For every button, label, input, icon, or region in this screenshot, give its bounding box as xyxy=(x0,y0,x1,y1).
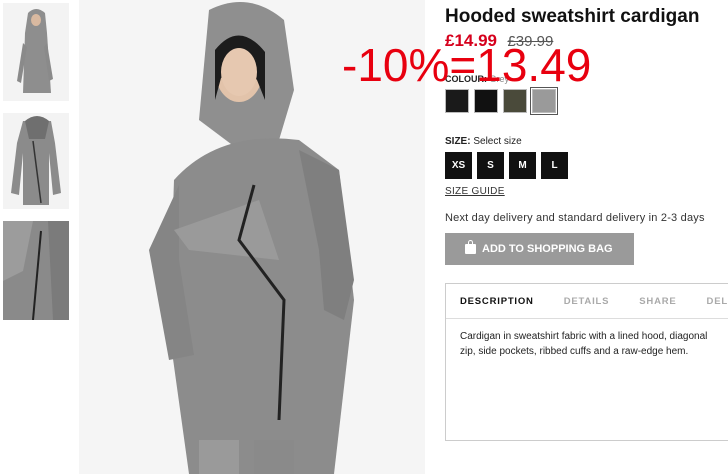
swatch-black[interactable] xyxy=(445,89,469,113)
size-l-button[interactable]: L xyxy=(541,152,568,179)
size-label-text: SIZE: xyxy=(445,136,471,147)
swatch-grey[interactable] xyxy=(530,87,558,115)
size-m-button[interactable]: M xyxy=(509,152,536,179)
thumbnail-2[interactable] xyxy=(3,113,69,209)
swatch-khaki[interactable] xyxy=(503,89,527,113)
size-guide-link[interactable]: SIZE GUIDE xyxy=(445,186,505,197)
thumbnail-3[interactable] xyxy=(3,221,69,320)
size-placeholder: Select size xyxy=(473,136,522,147)
swatch-black-2[interactable] xyxy=(474,89,498,113)
colour-swatches xyxy=(445,87,558,115)
shopping-bag-icon xyxy=(465,240,476,254)
add-to-bag-button[interactable]: ADD TO SHOPPING BAG xyxy=(445,233,634,265)
tab-details[interactable]: DETAILS xyxy=(564,284,610,318)
discount-overlay-text: -10%=13.49 xyxy=(342,39,592,91)
product-info-tabs: DESCRIPTION DETAILS SHARE DELIVERY Cardi… xyxy=(445,283,728,441)
product-title: Hooded sweatshirt cardigan xyxy=(445,6,700,27)
delivery-info: Next day delivery and standard delivery … xyxy=(445,212,705,224)
size-options: XS S M L xyxy=(445,152,568,179)
description-text: Cardigan in sweatshirt fabric with a lin… xyxy=(460,331,708,357)
thumbnail-1-image xyxy=(3,3,69,101)
tab-bar: DESCRIPTION DETAILS SHARE DELIVERY xyxy=(446,284,728,319)
size-xs-button[interactable]: XS xyxy=(445,152,472,179)
tab-delivery[interactable]: DELIVERY xyxy=(707,284,728,318)
size-s-button[interactable]: S xyxy=(477,152,504,179)
size-label: SIZE: Select size xyxy=(445,136,522,147)
thumbnail-2-image xyxy=(3,113,69,209)
add-to-bag-label: ADD TO SHOPPING BAG xyxy=(482,243,613,255)
tab-share[interactable]: SHARE xyxy=(639,284,676,318)
tab-description[interactable]: DESCRIPTION xyxy=(460,284,534,318)
thumbnail-3-image xyxy=(3,221,69,320)
thumbnail-1[interactable] xyxy=(3,3,69,101)
